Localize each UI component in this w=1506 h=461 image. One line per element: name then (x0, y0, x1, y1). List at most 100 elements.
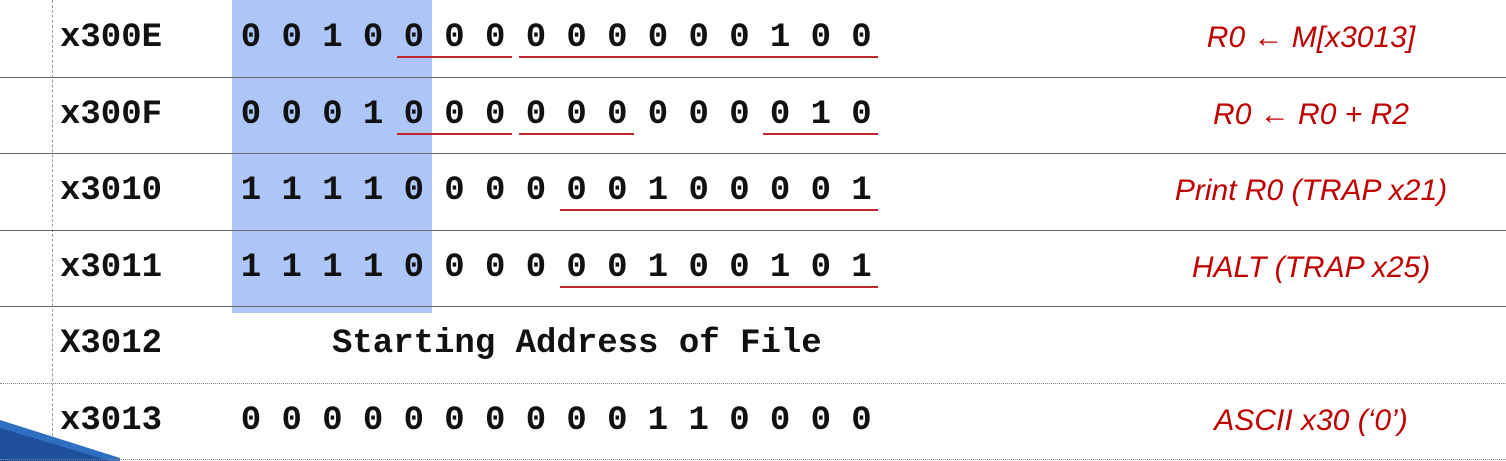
bit-cell: 0 (484, 248, 506, 287)
bit-cell: 1 (688, 401, 709, 440)
bit-cell: 0 (484, 172, 506, 211)
row-separator (0, 76, 1506, 78)
address-label: x3013 (60, 401, 163, 440)
bit-cell: 0 (403, 19, 424, 58)
bit-cell: 1 (647, 401, 669, 440)
bit-cell: 0 (566, 172, 587, 211)
field-underline (763, 132, 879, 135)
bit-cell: 0 (322, 401, 343, 440)
address-label: x3010 (60, 172, 163, 211)
bit-cell: 0 (729, 172, 750, 211)
bit-cell: 0 (322, 95, 343, 134)
bit-cell: 0 (810, 19, 831, 58)
address-label: x3011 (60, 248, 163, 287)
field-underline (559, 285, 879, 288)
address-label: x300F (60, 95, 163, 134)
bit-cell: 0 (525, 95, 547, 134)
bit-cell: 1 (362, 248, 384, 287)
bit-cell: 0 (444, 172, 465, 211)
bit-cell: 0 (240, 401, 262, 440)
bit-cell: 0 (810, 248, 831, 287)
bit-cell: 0 (281, 19, 302, 58)
bit-cell: 0 (444, 19, 465, 58)
address-label: X3012 (60, 325, 163, 364)
bit-cell: 0 (403, 248, 424, 287)
field-underline (559, 209, 879, 212)
bit-cell: 1 (810, 95, 831, 134)
instruction-comment: R0 ← M[x3013] (1206, 21, 1416, 55)
row-separator (0, 153, 1506, 154)
bit-cell: 0 (281, 95, 302, 134)
instruction-comment: R0 ← R0 + R2 (1213, 97, 1409, 131)
bit-cell: 0 (403, 172, 424, 211)
bit-cell: 0 (688, 19, 709, 58)
bit-cell: 0 (525, 401, 547, 440)
instruction-comment: Print R0 (TRAP x21) (1174, 174, 1448, 208)
bit-cell: 0 (769, 172, 791, 211)
row-description: Starting Address of File (332, 325, 822, 364)
bit-cell: 0 (729, 248, 750, 287)
bit-cell: 0 (851, 401, 872, 440)
bit-cell: 1 (240, 172, 262, 211)
bit-cell: 0 (403, 401, 424, 440)
bit-cell: 0 (525, 19, 547, 58)
bit-cell: 0 (607, 172, 628, 211)
instruction-comment: ASCII x30 (‘0’) (1214, 403, 1408, 437)
field-underline (396, 56, 513, 59)
bit-cell: 0 (484, 401, 506, 440)
bit-cell: 0 (851, 95, 872, 134)
bit-cell: 0 (688, 95, 709, 134)
bit-cell: 0 (525, 248, 547, 287)
bit-cell: 1 (647, 248, 669, 287)
field-underline (518, 56, 879, 59)
bit-cell: 1 (362, 95, 384, 134)
instruction-table: x300E 0 0 1 0 0 0 0 0 0 0 0 0 0 1 0 0 R0 ← M[x3013] x300F 0… (0, 0, 1506, 461)
bit-cell: 1 (362, 172, 384, 211)
bit-cell: 1 (851, 172, 872, 211)
row-separator (0, 306, 1506, 307)
bit-cell: 0 (688, 248, 709, 287)
bit-cell: 1 (647, 172, 669, 211)
address-label: x300E (60, 19, 163, 58)
bit-cell: 0 (769, 401, 791, 440)
field-underline (396, 132, 513, 135)
bit-cell: 0 (362, 19, 384, 58)
bit-cell: 0 (607, 95, 628, 134)
bit-cell: 1 (322, 19, 343, 58)
slide-corner-decoration (0, 420, 120, 461)
bit-cell: 0 (403, 95, 424, 134)
bit-cell: 0 (525, 172, 547, 211)
bit-cell: 0 (484, 19, 506, 58)
bit-cell: 0 (769, 95, 791, 134)
row-separator (0, 459, 1506, 460)
bit-cell: 1 (322, 172, 343, 211)
bit-cell: 0 (729, 95, 750, 134)
bit-cell: 0 (566, 95, 587, 134)
bit-cell: 1 (769, 248, 791, 287)
field-underline (518, 132, 635, 135)
bit-cell: 0 (484, 95, 506, 134)
bit-cell: 0 (240, 19, 262, 58)
row-separator (0, 382, 1506, 384)
bit-cell: 0 (810, 401, 831, 440)
bit-cell: 0 (566, 248, 587, 287)
bit-cell: 0 (607, 248, 628, 287)
bit-cell: 0 (729, 19, 750, 58)
bit-cell: 1 (851, 248, 872, 287)
bit-cell: 0 (810, 172, 831, 211)
bit-cell: 1 (240, 248, 262, 287)
bit-cell: 1 (281, 248, 302, 287)
bit-cell: 0 (240, 95, 262, 134)
bit-cell: 0 (607, 19, 628, 58)
bit-cell: 0 (362, 401, 384, 440)
bit-cell: 0 (607, 401, 628, 440)
bit-cell: 0 (647, 95, 669, 134)
row-separator (0, 229, 1506, 231)
bit-cell: 0 (688, 172, 709, 211)
bit-cell: 0 (566, 401, 587, 440)
bit-cell: 0 (444, 248, 465, 287)
bit-cell: 0 (566, 19, 587, 58)
bit-cell: 1 (322, 248, 343, 287)
bit-cell: 1 (281, 172, 302, 211)
bit-cell: 0 (444, 401, 465, 440)
